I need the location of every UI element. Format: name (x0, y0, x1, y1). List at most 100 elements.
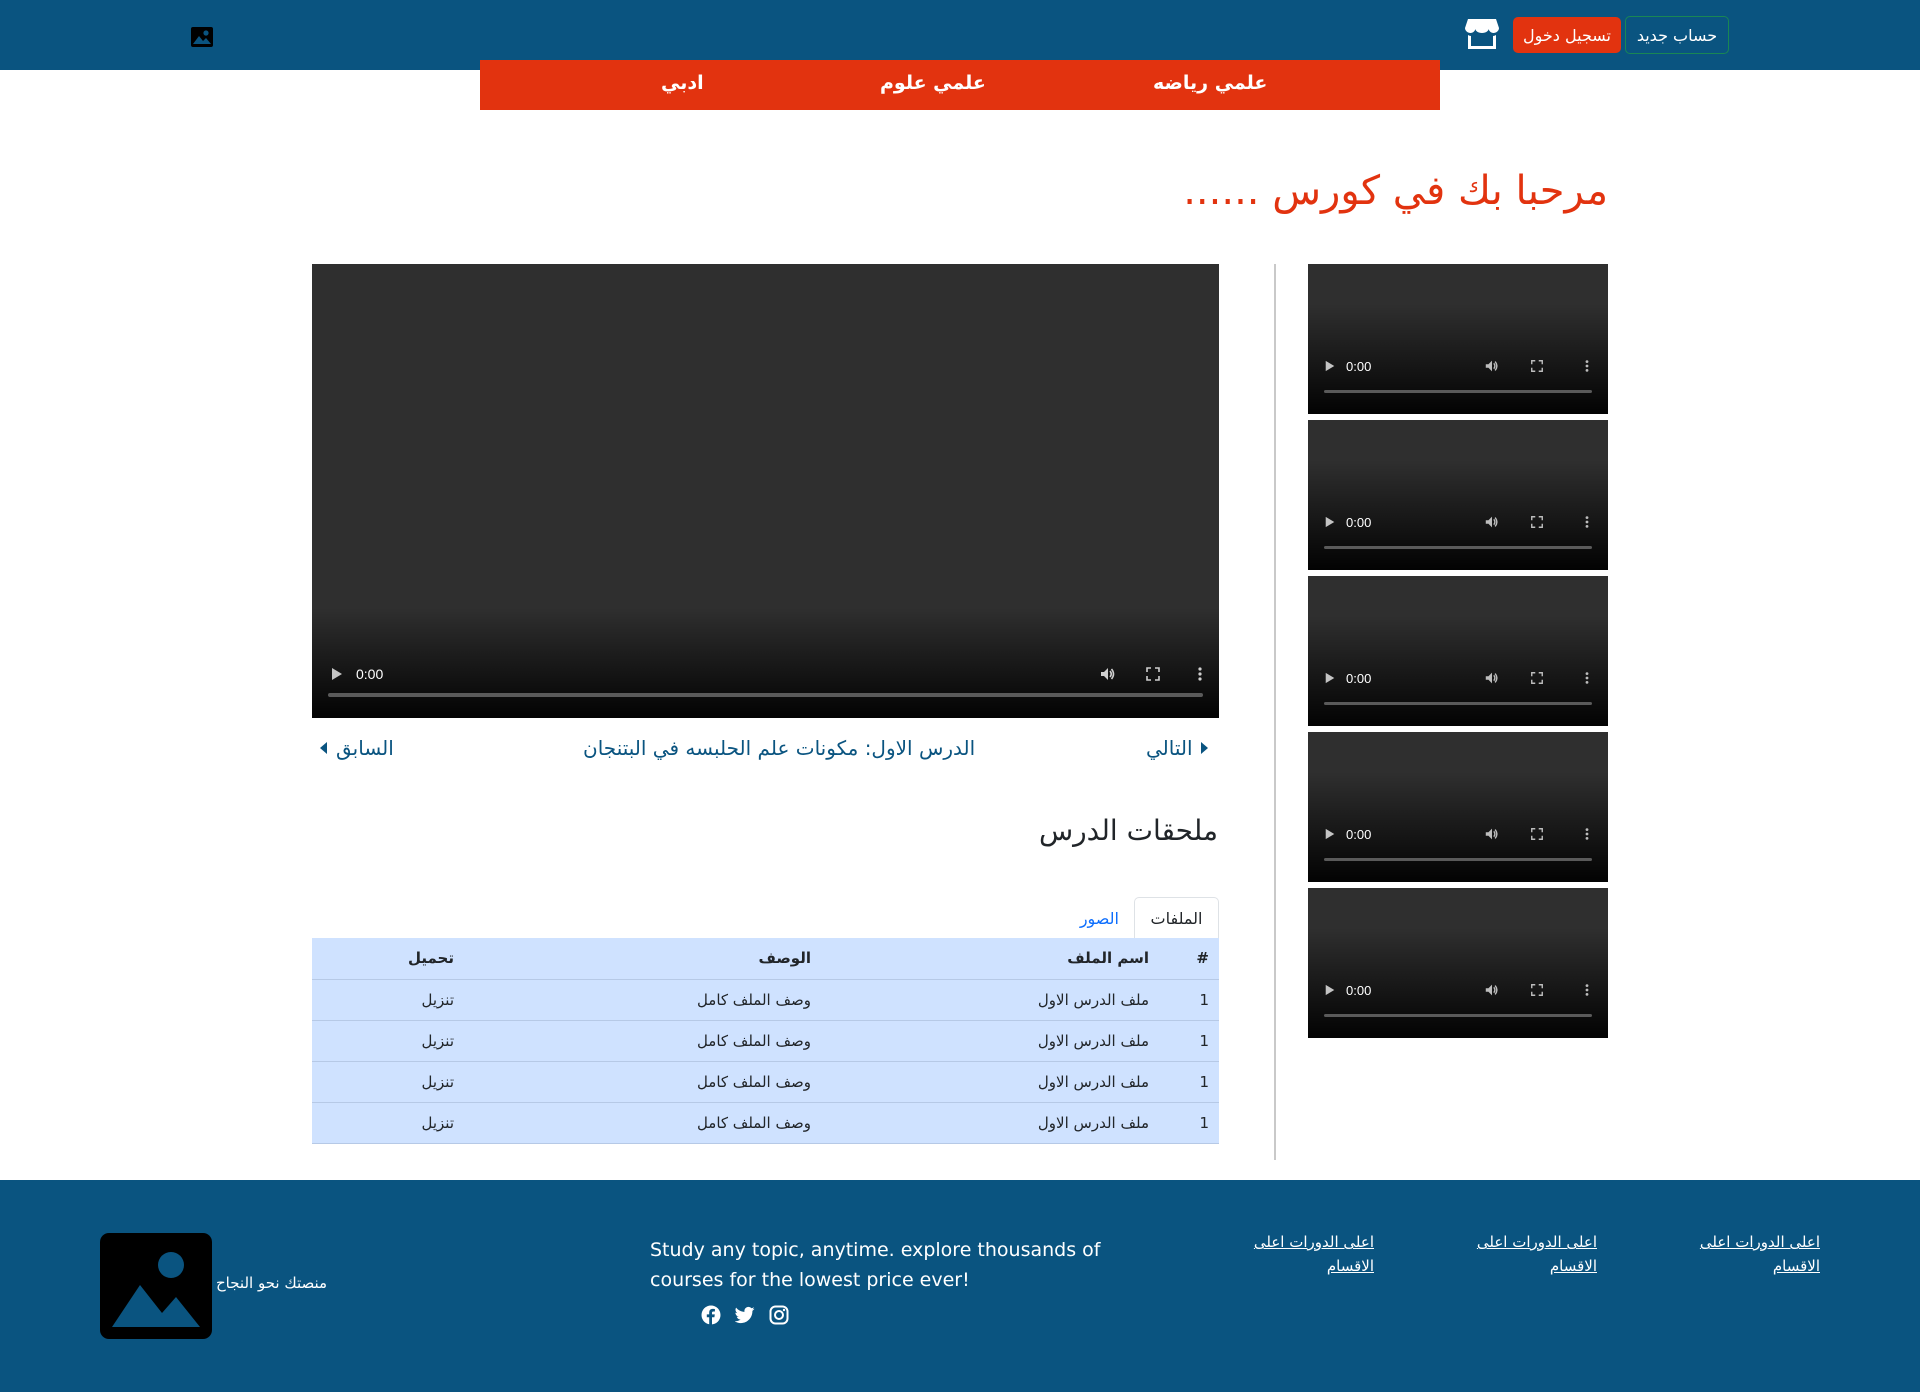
row-num: 1 (1159, 1061, 1219, 1103)
play-icon[interactable] (1324, 515, 1336, 529)
volume-icon[interactable] (1484, 358, 1500, 374)
current-lesson-title: الدرس الاول: مكونات علم الحلبسه في البتن… (583, 736, 975, 760)
row-download-link[interactable]: تنزيل (312, 1102, 464, 1144)
main-video-player[interactable]: 0:00 (312, 264, 1219, 718)
more-options-icon[interactable] (1584, 515, 1590, 529)
more-options-icon[interactable] (1584, 983, 1590, 997)
video-thumbnail[interactable]: 0:00 (1308, 264, 1608, 414)
facebook-icon[interactable] (701, 1305, 721, 1325)
fullscreen-icon[interactable] (1530, 827, 1544, 841)
attachments-title: ملحقات الدرس (1038, 814, 1218, 847)
login-button[interactable]: تسجيل دخول (1513, 17, 1621, 53)
fullscreen-icon[interactable] (1530, 983, 1544, 997)
footer-tagline: Study any topic, anytime. explore thousa… (650, 1239, 1101, 1291)
row-download-link[interactable]: تنزيل (312, 1020, 464, 1062)
footer-slogan: منصتك نحو النجاح (216, 1274, 328, 1292)
thumbnail-controls: 0:00 (1308, 668, 1608, 688)
thumbnail-time: 0:00 (1346, 826, 1372, 842)
row-file-name: ملف الدرس الاول (821, 1061, 1159, 1103)
store-icon[interactable] (1464, 17, 1500, 51)
twitter-icon[interactable] (735, 1305, 755, 1325)
video-thumbnail[interactable]: 0:00 (1308, 576, 1608, 726)
page-title: مرحبا بك في كورس ...... (1183, 168, 1608, 214)
volume-icon[interactable] (1484, 670, 1500, 686)
category-math-science[interactable]: علمي رياضه (1153, 72, 1267, 94)
video-thumbnail[interactable]: 0:00 (1308, 888, 1608, 1038)
footer-link-line: اعلى الدورات اعلى (1476, 1233, 1597, 1251)
footer-link-line: الاقسام (1772, 1257, 1820, 1275)
thumbnail-progress-bar[interactable] (1324, 546, 1592, 549)
row-file-name: ملف الدرس الاول (821, 1020, 1159, 1062)
fullscreen-icon[interactable] (1530, 359, 1544, 373)
video-thumbnail[interactable]: 0:00 (1308, 732, 1608, 882)
video-thumbnail[interactable]: 0:00 (1308, 420, 1608, 570)
row-num: 1 (1159, 1102, 1219, 1144)
category-nav: علمي رياضه علمي علوم ادبي (480, 60, 1440, 110)
column-header-download: تحميل (312, 938, 464, 980)
player-progress-bar[interactable] (328, 693, 1203, 697)
row-file-name: ملف الدرس الاول (821, 1102, 1159, 1144)
play-icon[interactable] (330, 666, 344, 682)
volume-icon[interactable] (1099, 665, 1117, 683)
row-description: وصف الملف كامل (464, 979, 821, 1021)
previous-lesson-link[interactable]: السابق (320, 736, 394, 760)
row-download-link[interactable]: تنزيل (312, 979, 464, 1021)
thumbnail-time: 0:00 (1346, 982, 1372, 998)
fullscreen-icon[interactable] (1530, 515, 1544, 529)
caret-right-icon (1200, 742, 1208, 754)
thumbnail-progress-bar[interactable] (1324, 1014, 1592, 1017)
column-header-num: # (1159, 938, 1219, 980)
thumbnail-time: 0:00 (1346, 670, 1372, 686)
category-sciences[interactable]: علمي علوم (880, 72, 986, 94)
play-icon[interactable] (1324, 827, 1336, 841)
image-icon[interactable] (191, 27, 213, 47)
thumbnail-progress-bar[interactable] (1324, 390, 1592, 393)
files-table: # اسم الملف الوصف تحميل 1 ملف الدرس الاو… (312, 938, 1219, 1144)
volume-icon[interactable] (1484, 982, 1500, 998)
footer-link-line: الاقسام (1549, 1257, 1597, 1275)
thumbnail-progress-bar[interactable] (1324, 858, 1592, 861)
table-header-row: # اسم الملف الوصف تحميل (312, 938, 1219, 980)
row-description: وصف الملف كامل (464, 1102, 821, 1144)
signup-button[interactable]: حساب جديد (1625, 16, 1729, 54)
category-literary[interactable]: ادبي (661, 72, 704, 94)
attachments-tabs: الملفات الصور (312, 897, 1219, 939)
row-file-name: ملف الدرس الاول (821, 979, 1159, 1021)
more-options-icon[interactable] (1584, 359, 1590, 373)
column-header-description: الوصف (464, 938, 821, 980)
player-time: 0:00 (356, 666, 384, 682)
thumbnail-controls: 0:00 (1308, 980, 1608, 1000)
row-num: 1 (1159, 979, 1219, 1021)
play-icon[interactable] (1324, 359, 1336, 373)
row-download-link[interactable]: تنزيل (312, 1061, 464, 1103)
more-options-icon[interactable] (1584, 827, 1590, 841)
next-lesson-link[interactable]: التالي (1146, 736, 1208, 760)
tab-files[interactable]: الملفات (1134, 897, 1219, 939)
play-icon[interactable] (1324, 983, 1336, 997)
caret-left-icon (320, 742, 327, 754)
play-icon[interactable] (1324, 671, 1336, 685)
row-num: 1 (1159, 1020, 1219, 1062)
player-controls: 0:00 (312, 663, 1219, 685)
table-row: 1 ملف الدرس الاول وصف الملف كامل تنزيل (312, 1061, 1219, 1103)
volume-icon[interactable] (1484, 514, 1500, 530)
thumbnail-progress-bar[interactable] (1324, 702, 1592, 705)
instagram-icon[interactable] (769, 1305, 789, 1325)
thumbnail-time: 0:00 (1346, 514, 1372, 530)
fullscreen-icon[interactable] (1530, 671, 1544, 685)
fullscreen-icon[interactable] (1145, 666, 1161, 682)
previous-label: السابق (336, 736, 394, 760)
volume-icon[interactable] (1484, 826, 1500, 842)
more-options-icon[interactable] (1584, 671, 1590, 685)
footer-link-top-courses[interactable]: اعلى الدورات اعلى الاقسام (1690, 1230, 1820, 1278)
tab-images[interactable]: الصور (1080, 897, 1119, 939)
thumbnail-time: 0:00 (1346, 358, 1372, 374)
table-row: 1 ملف الدرس الاول وصف الملف كامل تنزيل (312, 1020, 1219, 1062)
footer-link-top-courses[interactable]: اعلى الدورات اعلى الاقسام (1467, 1230, 1597, 1278)
footer-link-top-courses[interactable]: اعلى الدورات اعلى الاقسام (1244, 1230, 1374, 1278)
next-label: التالي (1146, 736, 1193, 760)
column-divider (1274, 264, 1276, 1160)
column-header-name: اسم الملف (821, 938, 1159, 980)
more-options-icon[interactable] (1197, 666, 1203, 682)
thumbnail-controls: 0:00 (1308, 824, 1608, 844)
